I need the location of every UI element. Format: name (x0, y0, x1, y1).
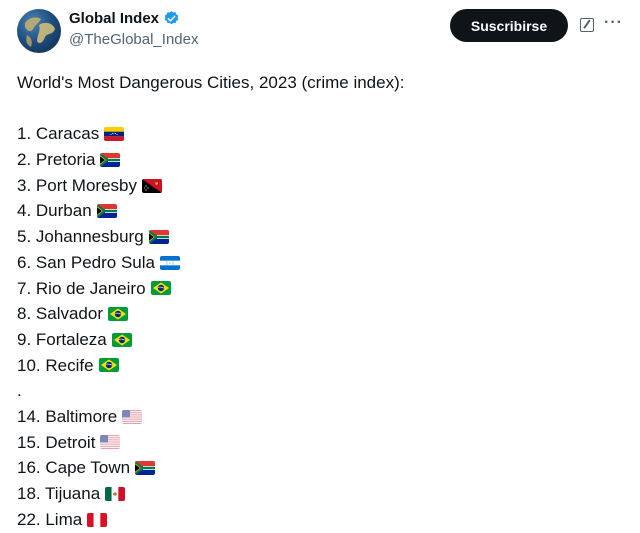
list-item: 5. Johannesburg (17, 224, 404, 250)
post-text: World's Most Dangerous Cities, 2023 (cri… (17, 70, 404, 532)
list-item: 6. San Pedro Sula (17, 250, 404, 276)
city-label: 1. Caracas (17, 124, 100, 144)
city-label: 2. Pretoria (17, 150, 96, 170)
author-name-row: Global Index (69, 10, 180, 27)
avatar[interactable] (17, 9, 61, 53)
city-label: 7. Rio de Janeiro (17, 278, 146, 298)
city-label: 9. Fortaleza (17, 329, 107, 349)
list-item: 1. Caracas (17, 121, 404, 147)
flag-south-africa-icon (100, 152, 121, 167)
city-label: 14. Baltimore (17, 406, 118, 426)
flag-south-africa-icon (135, 461, 156, 476)
list-item: 7. Rio de Janeiro (17, 276, 404, 302)
city-label: 22. Lima (17, 509, 83, 529)
flag-honduras-icon (159, 255, 180, 270)
flag-united-states-icon (100, 435, 121, 450)
list-item: 15. Detroit (17, 430, 404, 456)
city-label: 5. Johannesburg (17, 227, 144, 247)
list-item: 14. Baltimore (17, 404, 404, 430)
list-item: 8. Salvador (17, 301, 404, 327)
city-label: 18. Tijuana (17, 484, 101, 503)
flag-south-africa-icon (148, 229, 169, 244)
flag-mexico-icon (105, 486, 126, 501)
flag-peru-icon (87, 512, 108, 527)
flag-brazil-icon (150, 281, 171, 296)
list-item: 4. Durban (17, 198, 404, 224)
grok-icon[interactable] (580, 18, 594, 32)
flag-venezuela-icon (104, 127, 125, 142)
city-label: 8. Salvador (17, 304, 103, 324)
more-options-icon[interactable]: ··· (604, 14, 623, 32)
city-label: 3. Port Moresby (17, 175, 137, 195)
list-item: 2. Pretoria (17, 147, 404, 173)
list-item: 3. Port Moresby (17, 173, 404, 199)
city-label: 6. San Pedro Sula (17, 252, 155, 272)
flag-papua-new-guinea-icon (142, 178, 162, 193)
city-label: . (17, 381, 22, 401)
city-label: 10. Recife (17, 355, 94, 375)
globe-icon (25, 17, 55, 47)
city-label: 4. Durban (17, 201, 92, 221)
city-list: 1. Caracas 2. Pretoria 3. Port Moresby 4. D… (17, 121, 404, 532)
author-name[interactable]: Global Index (69, 10, 159, 27)
author-handle[interactable]: @TheGlobal_Index (69, 31, 198, 48)
list-item: 9. Fortaleza (17, 327, 404, 353)
flag-brazil-icon (111, 332, 132, 347)
verified-badge-icon (164, 11, 179, 25)
list-item: 10. Recife (17, 353, 404, 379)
flag-brazil-icon (108, 307, 128, 322)
post-title: World's Most Dangerous Cities, 2023 (cri… (17, 73, 405, 92)
city-label: 16. Cape Town (17, 458, 131, 478)
subscribe-button[interactable]: Suscribirse (450, 9, 568, 42)
list-item: 16. Cape Town (17, 455, 404, 481)
list-item: . (17, 378, 404, 404)
flag-united-states-icon (122, 409, 143, 424)
flag-south-africa-icon (96, 204, 117, 219)
list-item: 22. Lima (17, 507, 404, 533)
flag-brazil-icon (98, 358, 119, 373)
city-label: 15. Detroit (17, 432, 96, 452)
list-item: 18. Tijuana (17, 481, 404, 507)
